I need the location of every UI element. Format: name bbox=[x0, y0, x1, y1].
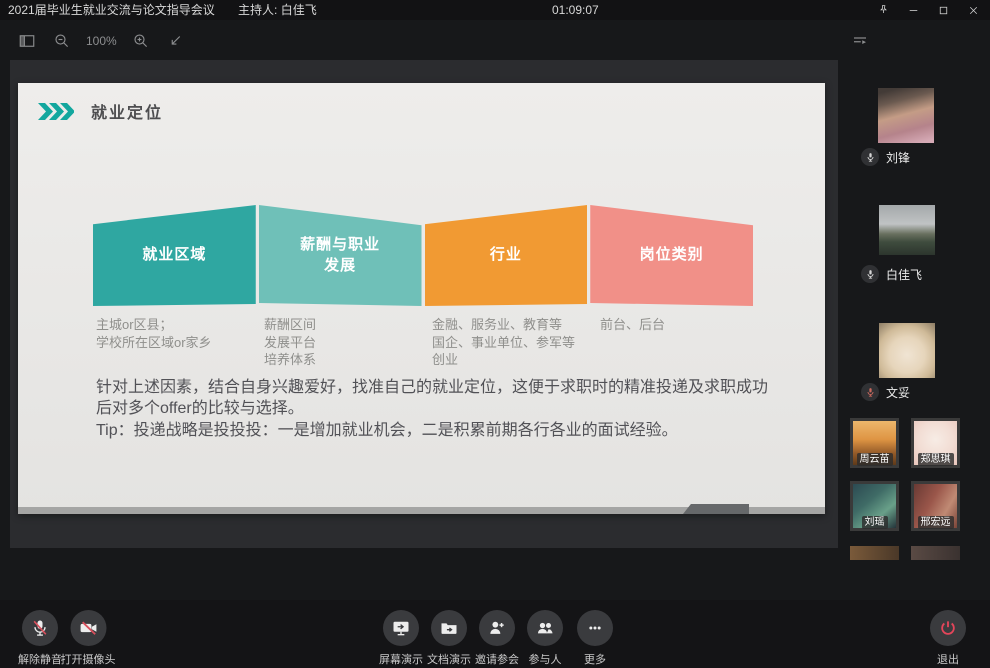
participant-name: 刘瑶 bbox=[862, 516, 888, 529]
exit-label: 退出 bbox=[937, 651, 959, 667]
doc-share-icon bbox=[431, 610, 467, 646]
unmute-label: 解除静音 bbox=[18, 651, 62, 667]
mic-icon bbox=[861, 383, 879, 401]
banner-industry: 行业 bbox=[425, 205, 588, 306]
open-camera-button[interactable]: 打开摄像头 bbox=[61, 610, 116, 667]
participant-video[interactable] bbox=[878, 88, 934, 143]
participant-name: 白佳飞 bbox=[886, 266, 922, 283]
participants-icon bbox=[527, 610, 563, 646]
zoom-in-icon[interactable] bbox=[130, 30, 152, 52]
layout-icon[interactable] bbox=[16, 30, 38, 52]
screen-share-label: 屏幕演示 bbox=[379, 651, 423, 667]
invite-person-icon bbox=[479, 610, 515, 646]
presentation-panel: 就业定位 就业区域 薪酬与职业 发展 行业 岗位类别 主城or区县； 学校所在区… bbox=[10, 60, 838, 548]
more-label: 更多 bbox=[584, 651, 606, 667]
meeting-window: 2021届毕业生就业交流与论文指导会议 主持人: 白佳飞 01:09:07 bbox=[0, 0, 990, 668]
participant-tile-partial[interactable] bbox=[850, 546, 899, 560]
participant-tile[interactable]: 刘瑶 bbox=[850, 481, 899, 531]
unmute-button[interactable]: 解除静音 bbox=[18, 610, 62, 667]
participants-sidebar: 刘锋 白佳飞 文妥 周云苗 bbox=[846, 60, 990, 560]
slide: 就业定位 就业区域 薪酬与职业 发展 行业 岗位类别 主城or区县； 学校所在区… bbox=[18, 83, 825, 514]
more-dots-icon bbox=[577, 610, 613, 646]
participant-row[interactable]: 文妥 bbox=[861, 383, 910, 401]
banner-salary-career: 薪酬与职业 发展 bbox=[259, 205, 422, 306]
slide-scrollbar-track[interactable] bbox=[18, 507, 825, 514]
call-controls: 解除静音 打开摄像头 屏幕演示 bbox=[0, 600, 990, 668]
paragraph-line-2: Tip：投递战略是投投投：一是增加就业机会，二是积累前期各行各业的面试经验。 bbox=[96, 420, 776, 441]
note-position-type: 前台、后台 bbox=[600, 316, 764, 369]
maximize-button[interactable] bbox=[928, 0, 958, 20]
chevrons-icon bbox=[38, 103, 74, 120]
participants-label: 参与人 bbox=[529, 651, 562, 667]
note-industry: 金融、服务业、教育等 国企、事业单位、参军等 创业 bbox=[432, 316, 596, 369]
participant-name: 邢宏远 bbox=[918, 516, 954, 529]
camera-off-icon bbox=[70, 610, 106, 646]
doc-share-button[interactable]: 文档演示 bbox=[427, 610, 471, 667]
note-salary-career: 薪酬区间 发展平台 培养体系 bbox=[264, 316, 428, 369]
participant-tile[interactable]: 郑思琪 bbox=[911, 418, 960, 468]
participant-tile[interactable]: 周云苗 bbox=[850, 418, 899, 468]
paragraph-line-1: 针对上述因素，结合自身兴趣爱好，找准自己的就业定位，这便于求职时的精准投递及求职… bbox=[96, 377, 776, 420]
screen-share-button[interactable]: 屏幕演示 bbox=[379, 610, 423, 667]
titlebar: 2021届毕业生就业交流与论文指导会议 主持人: 白佳飞 01:09:07 bbox=[0, 0, 990, 20]
slide-scrollbar-thumb[interactable] bbox=[683, 504, 749, 514]
invite-label: 邀请参会 bbox=[475, 651, 519, 667]
banner-row: 就业区域 薪酬与职业 发展 行业 岗位类别 bbox=[93, 205, 753, 306]
participant-row[interactable]: 刘锋 bbox=[861, 148, 910, 166]
slide-paragraph: 针对上述因素，结合自身兴趣爱好，找准自己的就业定位，这便于求职时的精准投递及求职… bbox=[96, 377, 776, 441]
exit-button[interactable]: 退出 bbox=[930, 610, 966, 667]
minimize-button[interactable] bbox=[898, 0, 928, 20]
participant-list-toggle-icon[interactable] bbox=[848, 31, 872, 53]
mic-icon bbox=[861, 148, 879, 166]
meeting-title: 2021届毕业生就业交流与论文指导会议 bbox=[8, 3, 215, 17]
slide-title: 就业定位 bbox=[91, 99, 163, 123]
participant-video[interactable] bbox=[879, 205, 935, 255]
participant-video[interactable] bbox=[879, 323, 935, 378]
zoom-out-icon[interactable] bbox=[51, 30, 73, 52]
banner-notes-row: 主城or区县； 学校所在区域or家乡 薪酬区间 发展平台 培养体系 金融、服务业… bbox=[96, 316, 764, 369]
participant-name: 郑思琪 bbox=[918, 453, 954, 466]
participant-name: 文妥 bbox=[886, 384, 910, 401]
screen-share-icon bbox=[383, 610, 419, 646]
participants-button[interactable]: 参与人 bbox=[527, 610, 563, 667]
participant-name: 周云苗 bbox=[857, 453, 893, 466]
participant-tile[interactable]: 邢宏远 bbox=[911, 481, 960, 531]
doc-share-label: 文档演示 bbox=[427, 651, 471, 667]
invite-button[interactable]: 邀请参会 bbox=[475, 610, 519, 667]
more-button[interactable]: 更多 bbox=[577, 610, 613, 667]
pin-icon[interactable] bbox=[868, 0, 898, 20]
mic-muted-icon bbox=[22, 610, 58, 646]
participant-tile-partial[interactable] bbox=[911, 546, 960, 560]
banner-employment-region: 就业区域 bbox=[93, 205, 256, 306]
meeting-timer: 01:09:07 bbox=[552, 0, 599, 20]
power-icon bbox=[930, 610, 966, 646]
note-employment-region: 主城or区县； 学校所在区域or家乡 bbox=[96, 316, 260, 369]
participant-name: 刘锋 bbox=[886, 149, 910, 166]
zoom-level: 100% bbox=[86, 34, 117, 48]
pointer-tool-icon[interactable] bbox=[165, 30, 187, 52]
host-label: 主持人: 白佳飞 bbox=[238, 3, 317, 17]
viewer-toolbar: 100% bbox=[16, 28, 187, 54]
participant-row[interactable]: 白佳飞 bbox=[861, 265, 922, 283]
banner-position-type: 岗位类别 bbox=[590, 205, 753, 306]
close-button[interactable] bbox=[958, 0, 988, 20]
open-camera-label: 打开摄像头 bbox=[61, 651, 116, 667]
mic-icon bbox=[861, 265, 879, 283]
